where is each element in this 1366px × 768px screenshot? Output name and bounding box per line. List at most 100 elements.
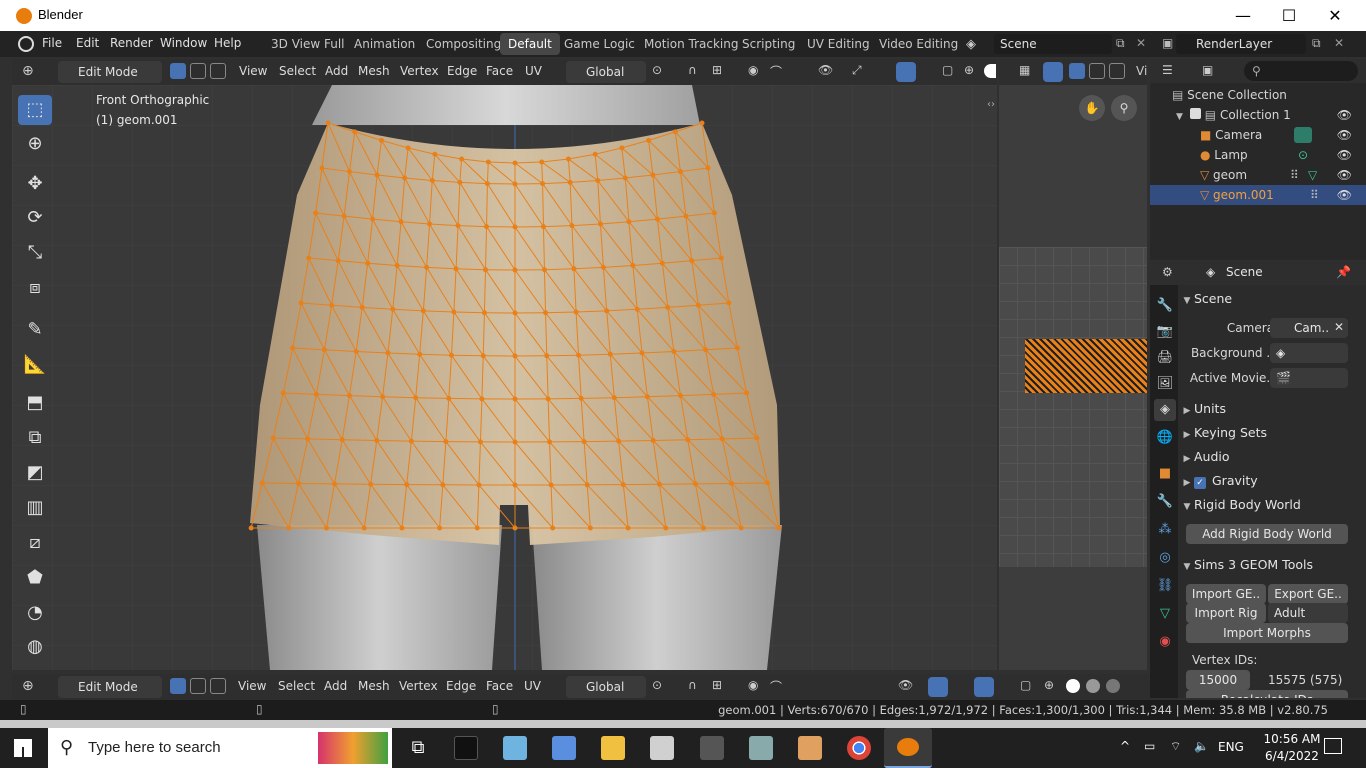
vertex-select-mode-icon[interactable] <box>170 63 186 79</box>
close-button[interactable]: ✕ <box>1312 0 1358 31</box>
task-view-icon[interactable]: ⧉ <box>406 736 430 760</box>
smooth-tool-icon[interactable]: ◍ <box>18 632 52 662</box>
snap-icon[interactable]: ∩ <box>688 63 697 77</box>
loop-cut-tool-icon[interactable]: ▥ <box>18 493 52 523</box>
snap-icon[interactable]: ∩ <box>688 678 697 692</box>
mesh-data-icon[interactable]: ▽ <box>1308 165 1317 185</box>
view-menu[interactable]: View <box>239 64 267 78</box>
view-menu[interactable]: View <box>238 679 266 693</box>
outliner-search-input[interactable]: ⚲ <box>1244 61 1358 81</box>
rig-type-dropdown[interactable]: Adult <box>1268 603 1348 623</box>
uv-menu[interactable]: UV <box>525 64 542 78</box>
menu-window[interactable]: Window <box>160 36 207 50</box>
sidebar-toggle-icon[interactable]: ‹› <box>987 99 995 110</box>
eye-icon[interactable]: 👁 <box>1337 105 1352 125</box>
editor-type-icon[interactable]: ⊕ <box>22 678 34 694</box>
eye-icon[interactable]: 👁 <box>1337 165 1352 185</box>
sims-geom-tools-section[interactable]: ▼ Sims 3 GEOM Tools <box>1180 553 1366 577</box>
export-geom-button[interactable]: Export GE.. <box>1268 584 1348 604</box>
uv-vertex-mode-icon[interactable] <box>1069 63 1085 79</box>
edge-select-mode-icon[interactable] <box>190 678 206 694</box>
tab-3d-view-full[interactable]: 3D View Full <box>263 33 353 55</box>
orientation-dropdown[interactable]: Global <box>566 61 646 83</box>
minimize-button[interactable]: — <box>1220 0 1266 31</box>
cursor-tool-icon[interactable]: ⊕ <box>18 129 52 159</box>
calculator-icon[interactable] <box>700 736 724 760</box>
measure-tool-icon[interactable]: 📐 <box>18 350 52 380</box>
clock-date[interactable]: 6/4/2022 <box>1262 749 1322 763</box>
uv-editor-area[interactable]: ▦ Vi ✋ ⚲ <box>999 59 1147 670</box>
vertex-id-start-field[interactable]: 15000 <box>1186 670 1250 690</box>
uv-face-mode-icon[interactable] <box>1109 63 1125 79</box>
transform-tool-icon[interactable]: ⧈ <box>18 273 52 303</box>
wifi-icon[interactable]: ⌔ <box>1170 739 1181 754</box>
edge-menu[interactable]: Edge <box>446 679 476 693</box>
tab-video-editing[interactable]: Video Editing <box>871 33 966 55</box>
media-app-icon[interactable] <box>454 736 478 760</box>
particles-tab-icon[interactable]: ⁂ <box>1154 519 1176 541</box>
xray-icon[interactable]: ▢ <box>1020 678 1031 692</box>
scene-tab-icon[interactable]: ◈ <box>1154 399 1176 421</box>
world-tab-icon[interactable]: 🌐 <box>1154 427 1176 449</box>
rigid-body-world-section[interactable]: ▼ Rigid Body World <box>1180 493 1366 517</box>
new-layer-icon[interactable]: ⧉ <box>1312 36 1321 51</box>
annotate-tool-icon[interactable]: ✎ <box>18 315 52 345</box>
tab-animation[interactable]: Animation <box>346 33 423 55</box>
wireframe-shading-icon[interactable]: ⊕ <box>964 63 974 77</box>
tab-default[interactable]: Default <box>500 33 560 55</box>
new-scene-icon[interactable]: ⧉ <box>1116 36 1125 51</box>
bevel-tool-icon[interactable]: ◩ <box>18 458 52 488</box>
uv-edge-mode-icon[interactable] <box>1089 63 1105 79</box>
outliner-item-geom-001[interactable]: ▽ geom.001 ⠿ 👁 <box>1150 185 1366 205</box>
face-select-mode-icon[interactable] <box>210 63 226 79</box>
modifier-icon[interactable]: ⠿ <box>1310 185 1319 205</box>
tool-tab-icon[interactable]: 🔧 <box>1154 295 1176 317</box>
collection-checkbox[interactable] <box>1189 108 1201 119</box>
view-layer-tab-icon[interactable]: 🖼 <box>1154 373 1176 395</box>
pin-icon[interactable]: 📌 <box>1336 265 1351 279</box>
import-morphs-button[interactable]: Import Morphs <box>1186 623 1348 643</box>
photos-app-icon[interactable] <box>749 736 773 760</box>
blender-taskbar-button[interactable] <box>884 728 932 768</box>
volume-icon[interactable]: 🔈 <box>1194 739 1209 753</box>
snap-target-icon[interactable]: ⊞ <box>712 63 722 77</box>
3d-viewport[interactable]: Front Orthographic (1) geom.001 ‹› <box>12 85 997 670</box>
proportional-edit-icon[interactable]: ◉ <box>748 678 758 692</box>
mode-dropdown[interactable]: Edit Mode <box>58 61 162 83</box>
visibility-icon[interactable]: 👁 <box>818 63 833 77</box>
tab-uv-editing[interactable]: UV Editing <box>799 33 878 55</box>
modifier-icon[interactable]: ⠿ <box>1290 165 1299 185</box>
proportional-edit-icon[interactable]: ◉ <box>748 63 758 77</box>
overlay-icon[interactable] <box>896 62 916 82</box>
add-menu[interactable]: Add <box>325 64 348 78</box>
app-icon-2[interactable] <box>503 736 527 760</box>
visibility-icon[interactable]: 👁 <box>898 678 913 692</box>
modifier-tab-icon[interactable]: 🔧 <box>1154 491 1176 513</box>
import-geom-button[interactable]: Import GE.. <box>1186 584 1266 604</box>
vertex-menu[interactable]: Vertex <box>400 64 439 78</box>
uv-view-menu[interactable]: Vi <box>1136 64 1147 78</box>
chrome-icon[interactable] <box>847 736 871 760</box>
render-layer-icon[interactable]: ▣ <box>1162 36 1173 50</box>
outliner-item-geom[interactable]: ▽ geom ⠿ ▽ 👁 <box>1150 165 1366 185</box>
select-box-tool-icon[interactable]: ⬚ <box>18 95 52 125</box>
physics-tab-icon[interactable]: ◎ <box>1154 547 1176 569</box>
units-section[interactable]: ▶ Units <box>1180 397 1366 421</box>
face-menu[interactable]: Face <box>486 64 513 78</box>
outliner-type-icon[interactable]: ☰ <box>1162 63 1173 77</box>
uv-menu[interactable]: UV <box>524 679 541 693</box>
maximize-button[interactable]: ☐ <box>1266 0 1312 31</box>
knife-tool-icon[interactable]: ⧄ <box>18 528 52 558</box>
outliner-item-camera[interactable]: ■ Camera 👁 <box>1150 125 1366 145</box>
add-rigid-body-world-button[interactable]: Add Rigid Body World <box>1186 524 1348 544</box>
collection-row[interactable]: ▼ ▤ Collection 1 👁 <box>1150 105 1366 125</box>
eye-icon[interactable]: 👁 <box>1337 145 1352 165</box>
poly-build-tool-icon[interactable]: ⬟ <box>18 563 52 593</box>
gravity-section[interactable]: ▶ ✓ Gravity <box>1180 469 1366 493</box>
scene-collection-row[interactable]: ▤ Scene Collection <box>1150 85 1366 105</box>
delete-layer-icon[interactable]: ✕ <box>1334 36 1344 50</box>
import-rig-button[interactable]: Import Rig <box>1186 603 1266 623</box>
recalculate-ids-button[interactable]: Recalculate IDs <box>1186 690 1348 698</box>
add-menu[interactable]: Add <box>324 679 347 693</box>
outliner-item-lamp[interactable]: ● Lamp ⊙ 👁 <box>1150 145 1366 165</box>
